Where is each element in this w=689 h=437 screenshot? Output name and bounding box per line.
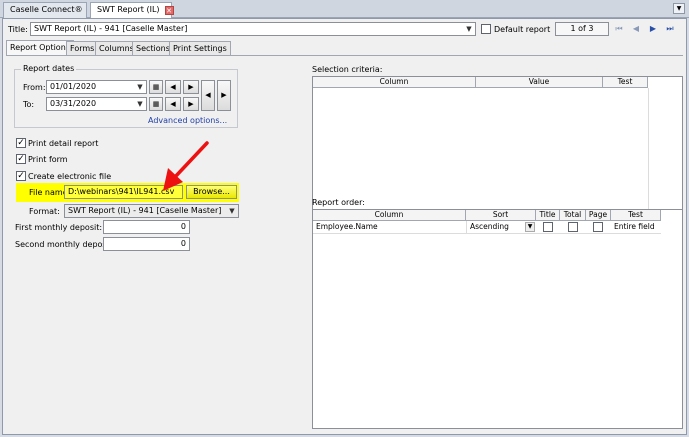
column-header[interactable]: Column	[313, 77, 476, 88]
page-checkbox[interactable]	[593, 222, 603, 232]
tab-label: Columns	[99, 44, 134, 53]
tab-forms[interactable]: Forms	[66, 41, 99, 55]
default-report-checkbox[interactable]	[481, 24, 491, 34]
total-checkbox[interactable]	[568, 222, 578, 232]
report-order-label: Report order:	[312, 198, 365, 207]
chevron-down-icon: ▼	[525, 222, 535, 232]
tab-divider	[6, 55, 683, 56]
page-indicator-text: 1 of 3	[570, 24, 594, 33]
first-deposit-input[interactable]: 0	[103, 220, 190, 234]
next-period-icon[interactable]: ▶	[217, 80, 231, 111]
test-value: Entire field	[614, 222, 655, 231]
default-report-label: Default report	[494, 25, 551, 34]
total-header[interactable]: Total	[560, 210, 586, 221]
tab-print-settings[interactable]: Print Settings	[169, 41, 231, 55]
chevron-down-icon: ▼	[137, 83, 143, 91]
table-row[interactable]: Employee.Name Ascending ▼ Entire field	[313, 221, 661, 234]
prev-date-icon[interactable]: ◀	[165, 80, 181, 94]
first-deposit-value: 0	[180, 222, 186, 231]
second-deposit-label: Second monthly deposit:	[15, 240, 115, 249]
chevron-down-icon: ▼	[137, 100, 143, 108]
column-header[interactable]: Column	[313, 210, 466, 221]
calendar-icon[interactable]: ▦	[149, 97, 163, 111]
next-page-icon[interactable]: ▶	[647, 22, 659, 36]
create-electronic-file-label: Create electronic file	[28, 172, 112, 181]
test-header[interactable]: Test	[603, 77, 648, 88]
to-label: To:	[23, 100, 35, 109]
create-electronic-file-checkbox[interactable]: ✓	[16, 171, 26, 181]
first-deposit-label: First monthly deposit:	[15, 223, 103, 232]
tab-label: SWT Report (IL)	[97, 5, 160, 14]
tab-label: Report Options	[10, 43, 70, 52]
title-checkbox[interactable]	[543, 222, 553, 232]
format-dropdown[interactable]: SWT Report (IL) - 941 [Caselle Master] ▼	[64, 204, 239, 218]
page-header[interactable]: Page	[586, 210, 611, 221]
from-label: From:	[23, 83, 46, 92]
tab-report-options[interactable]: Report Options	[6, 40, 74, 56]
second-deposit-value: 0	[180, 239, 186, 248]
title-dropdown[interactable]: SWT Report (IL) - 941 [Caselle Master] ▼	[30, 22, 476, 36]
from-date-value: 01/01/2020	[50, 82, 97, 91]
title-label: Title:	[8, 25, 28, 34]
report-order-grid[interactable]: Column Sort Title Total Page Test Employ…	[312, 209, 683, 429]
second-deposit-input[interactable]: 0	[103, 237, 190, 251]
row-column-cell: Employee.Name	[316, 222, 378, 231]
sort-dropdown[interactable]: Ascending ▼	[466, 221, 536, 233]
tab-label: Print Settings	[173, 44, 227, 53]
chevron-down-icon: ▼	[229, 207, 235, 215]
format-label: Format:	[29, 207, 60, 216]
to-date-value: 03/31/2020	[50, 99, 97, 108]
print-form-label: Print form	[28, 155, 68, 164]
tab-label: Forms	[70, 44, 95, 53]
report-panel: Title: SWT Report (IL) - 941 [Caselle Ma…	[2, 18, 687, 435]
to-date-field[interactable]: 03/31/2020 ▼	[46, 97, 147, 111]
from-date-field[interactable]: 01/01/2020 ▼	[46, 80, 147, 94]
prev-page-icon[interactable]: ◀	[630, 22, 642, 36]
title-value: SWT Report (IL) - 941 [Caselle Master]	[34, 24, 188, 33]
calendar-icon[interactable]: ▦	[149, 80, 163, 94]
next-date-icon[interactable]: ▶	[183, 97, 199, 111]
sort-value: Ascending	[470, 222, 509, 231]
value-header[interactable]: Value	[476, 77, 603, 88]
prev-date-icon[interactable]: ◀	[165, 97, 181, 111]
report-dates-label: Report dates	[21, 64, 77, 73]
selection-criteria-label: Selection criteria:	[312, 65, 383, 74]
tab-swt-report[interactable]: SWT Report (IL) ✕	[90, 2, 174, 19]
close-icon[interactable]: ✕	[164, 6, 174, 15]
document-tab-strip: Caselle Connect® SWT Report (IL) ✕ ▼	[0, 0, 689, 19]
sort-header[interactable]: Sort	[466, 210, 536, 221]
chevron-down-icon: ▼	[466, 25, 472, 33]
format-value: SWT Report (IL) - 941 [Caselle Master]	[68, 206, 222, 215]
tab-sections[interactable]: Sections	[132, 41, 174, 55]
last-page-icon[interactable]: ⏭	[664, 22, 676, 36]
annotation-arrow-icon	[163, 141, 209, 191]
tab-caselle-connect[interactable]: Caselle Connect®	[3, 2, 87, 18]
page-indicator: 1 of 3	[555, 22, 609, 36]
advanced-options-link[interactable]: Advanced options...	[148, 116, 227, 125]
print-form-checkbox[interactable]: ✓	[16, 154, 26, 164]
test-header[interactable]: Test	[611, 210, 661, 221]
chevron-down-icon[interactable]: ▼	[673, 3, 685, 14]
prev-period-icon[interactable]: ◀	[201, 80, 215, 111]
grid-divider	[648, 88, 649, 211]
next-date-icon[interactable]: ▶	[183, 80, 199, 94]
selection-criteria-grid[interactable]: Column Value Test	[312, 76, 683, 212]
tab-label: Caselle Connect®	[10, 5, 83, 14]
title-header[interactable]: Title	[536, 210, 560, 221]
print-detail-label: Print detail report	[28, 139, 99, 148]
tab-label: Sections	[136, 44, 170, 53]
print-detail-checkbox[interactable]: ✓	[16, 138, 26, 148]
first-page-icon[interactable]: ⏮	[613, 22, 625, 36]
